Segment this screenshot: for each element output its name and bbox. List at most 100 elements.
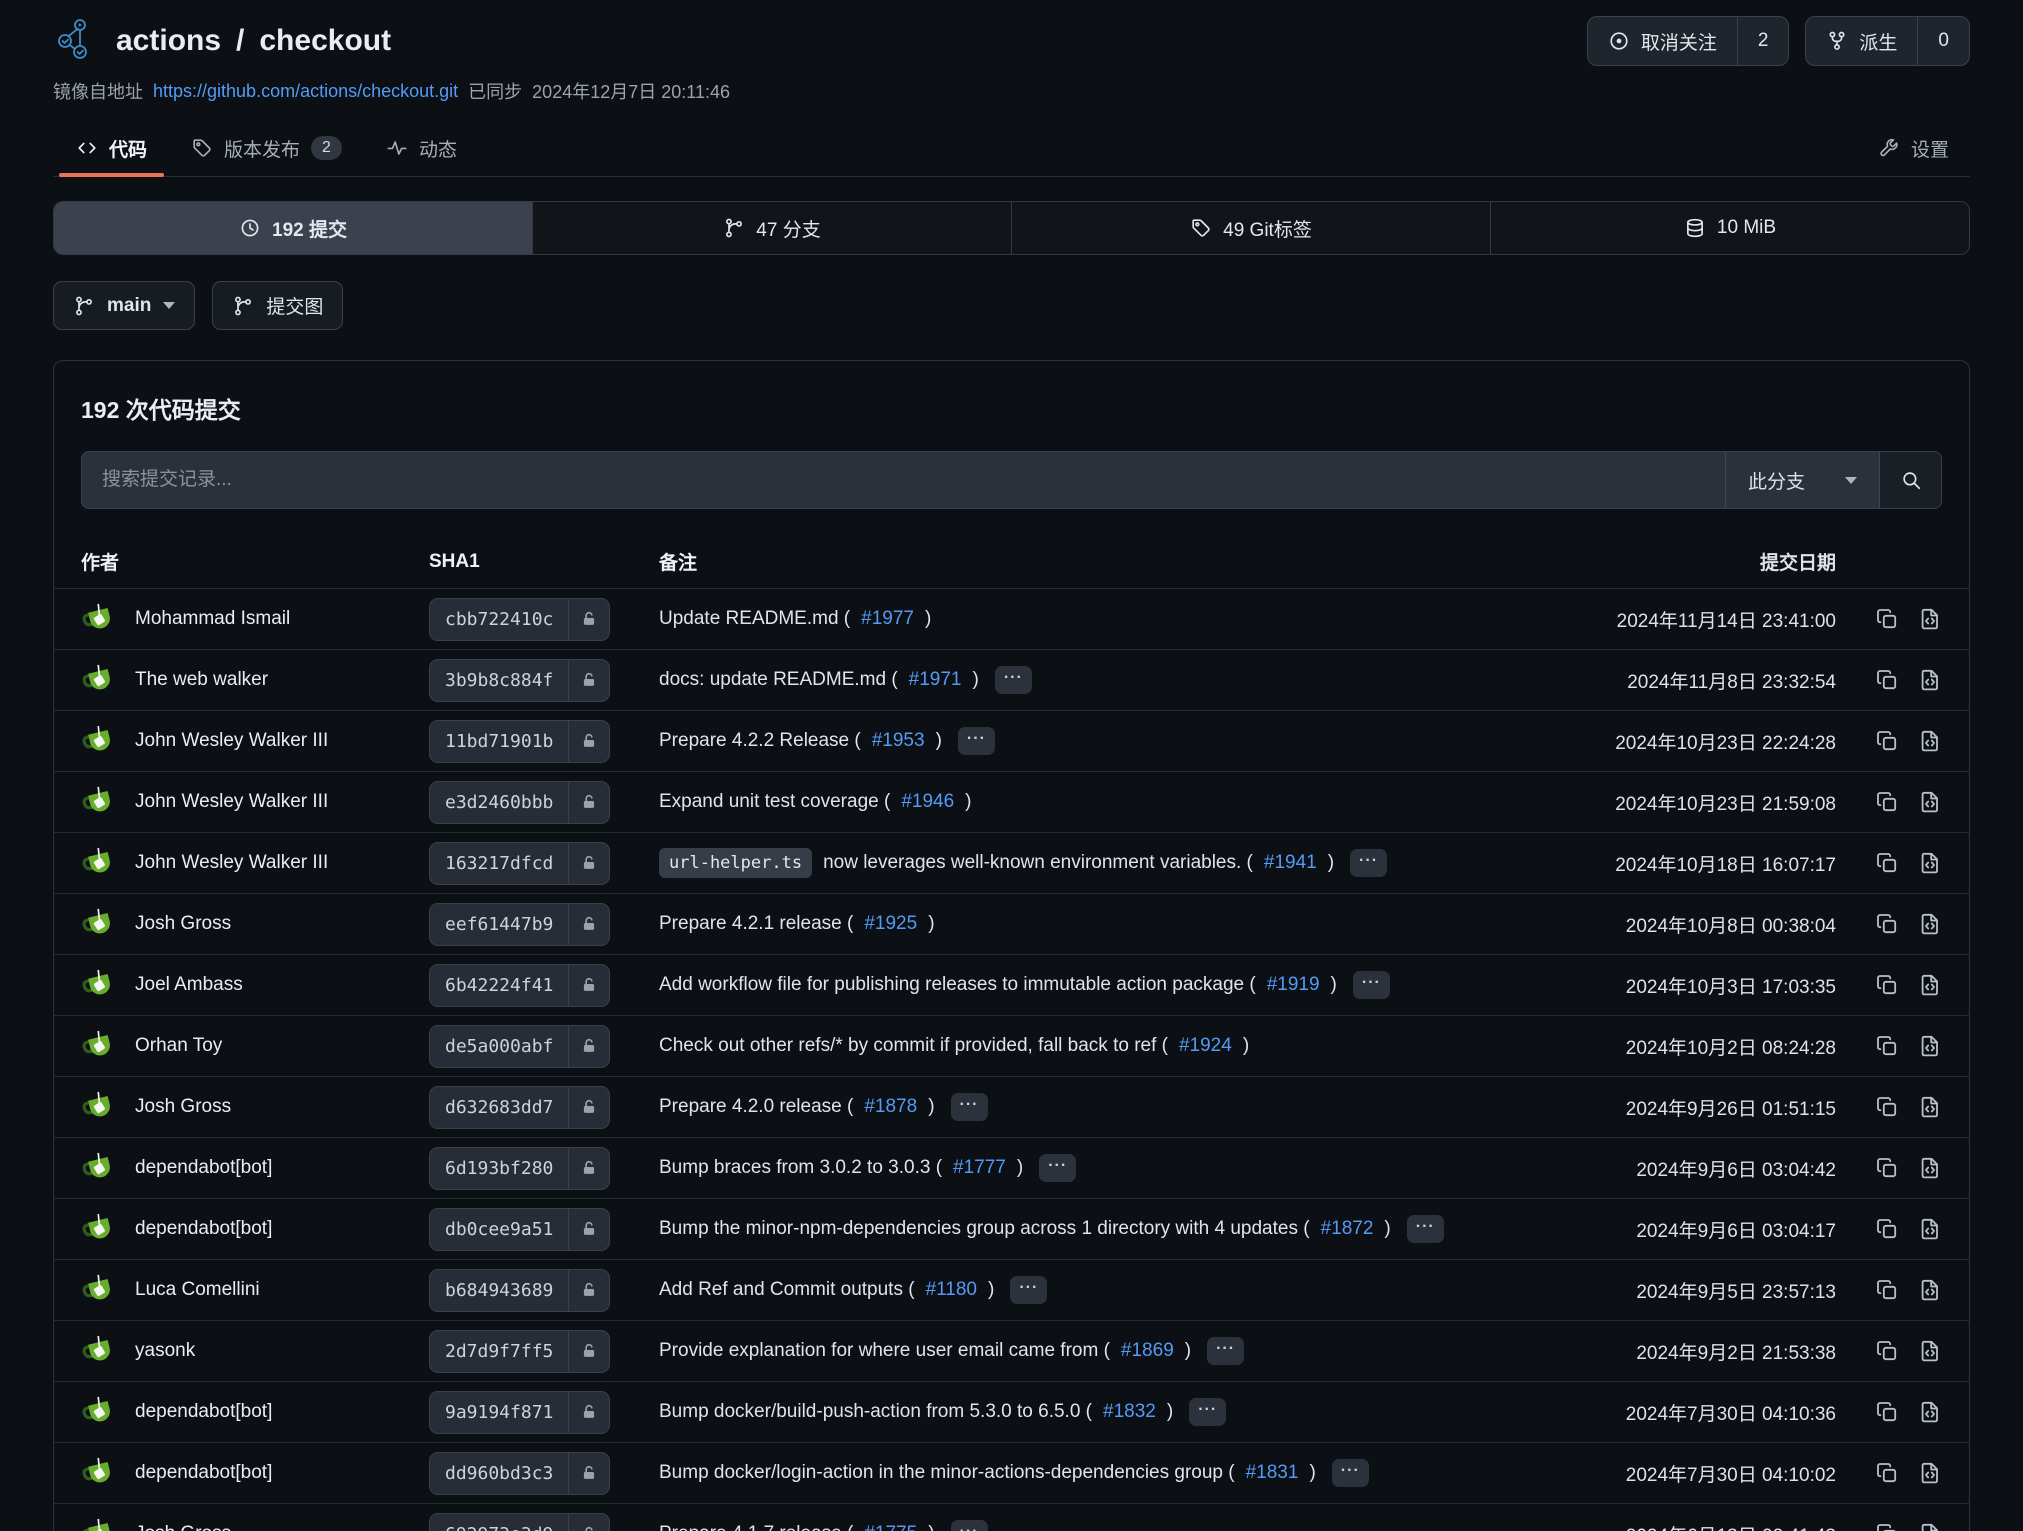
- commit-more-button[interactable]: ···: [1350, 849, 1387, 877]
- commit-author-cell[interactable]: John Wesley Walker III: [81, 845, 429, 882]
- copy-sha-icon[interactable]: [1875, 1034, 1899, 1058]
- commit-issue-link[interactable]: #1977: [861, 608, 914, 630]
- forks-count[interactable]: 0: [1917, 17, 1969, 65]
- unwatch-button[interactable]: 取消关注 2: [1587, 16, 1790, 66]
- commit-more-button[interactable]: ···: [1353, 971, 1390, 999]
- commit-issue-link[interactable]: #1872: [1321, 1218, 1374, 1240]
- commit-issue-link[interactable]: #1924: [1179, 1035, 1232, 1057]
- browse-source-icon[interactable]: [1918, 1278, 1942, 1302]
- commit-sha-badge[interactable]: b684943689: [429, 1269, 610, 1312]
- copy-sha-icon[interactable]: [1875, 851, 1899, 875]
- commit-author-cell[interactable]: Josh Gross: [81, 1089, 429, 1126]
- commit-more-button[interactable]: ···: [1010, 1276, 1047, 1304]
- commit-author-cell[interactable]: dependabot[bot]: [81, 1455, 429, 1492]
- commit-more-button[interactable]: ···: [951, 1520, 988, 1531]
- browse-source-icon[interactable]: [1918, 1461, 1942, 1485]
- repo-owner[interactable]: actions: [116, 24, 221, 58]
- copy-sha-icon[interactable]: [1875, 912, 1899, 936]
- browse-source-icon[interactable]: [1918, 851, 1942, 875]
- commit-issue-link[interactable]: #1777: [953, 1157, 1006, 1179]
- commit-sha-badge[interactable]: d632683dd7: [429, 1086, 610, 1129]
- tab-activity[interactable]: 动态: [369, 120, 474, 176]
- commit-more-button[interactable]: ···: [951, 1093, 988, 1121]
- copy-sha-icon[interactable]: [1875, 1156, 1899, 1180]
- commit-sha-badge[interactable]: dd960bd3c3: [429, 1452, 610, 1495]
- stat-tags[interactable]: 49 Git标签: [1011, 202, 1490, 254]
- copy-sha-icon[interactable]: [1875, 790, 1899, 814]
- commit-sha-badge[interactable]: db0cee9a51: [429, 1208, 610, 1251]
- browse-source-icon[interactable]: [1918, 1156, 1942, 1180]
- browse-source-icon[interactable]: [1918, 729, 1942, 753]
- tab-code[interactable]: 代码: [59, 120, 164, 176]
- commit-issue-link[interactable]: #1941: [1264, 852, 1317, 874]
- commit-graph-button[interactable]: 提交图: [212, 281, 343, 330]
- commit-sha-badge[interactable]: 2d7d9f7ff5: [429, 1330, 610, 1373]
- browse-source-icon[interactable]: [1918, 912, 1942, 936]
- commit-author-cell[interactable]: John Wesley Walker III: [81, 723, 429, 760]
- copy-sha-icon[interactable]: [1875, 1461, 1899, 1485]
- commit-sha-badge[interactable]: 163217dfcd: [429, 842, 610, 885]
- copy-sha-icon[interactable]: [1875, 1339, 1899, 1363]
- commit-author-cell[interactable]: dependabot[bot]: [81, 1150, 429, 1187]
- branch-scope-dropdown[interactable]: 此分支: [1725, 452, 1879, 508]
- commit-more-button[interactable]: ···: [958, 727, 995, 755]
- commit-sha-badge[interactable]: 9a9194f871: [429, 1391, 610, 1434]
- commit-more-button[interactable]: ···: [1207, 1337, 1244, 1365]
- commit-more-button[interactable]: ···: [1039, 1154, 1076, 1182]
- commit-search-input[interactable]: [82, 452, 1725, 508]
- commit-more-button[interactable]: ···: [995, 666, 1032, 694]
- fork-button[interactable]: 派生 0: [1805, 16, 1970, 66]
- commit-issue-link[interactable]: #1919: [1267, 974, 1320, 996]
- commit-issue-link[interactable]: #1878: [864, 1096, 917, 1118]
- stat-branches[interactable]: 47 分支: [532, 202, 1011, 254]
- commit-sha-badge[interactable]: eef61447b9: [429, 903, 610, 946]
- stat-commits[interactable]: 192 提交: [54, 202, 532, 254]
- commit-sha-badge[interactable]: 692973e3d9: [429, 1513, 610, 1531]
- commit-author-cell[interactable]: dependabot[bot]: [81, 1211, 429, 1248]
- commit-sha-badge[interactable]: 6b42224f41: [429, 964, 610, 1007]
- repo-name[interactable]: checkout: [259, 24, 391, 58]
- commit-more-button[interactable]: ···: [1407, 1215, 1444, 1243]
- commit-sha-badge[interactable]: 11bd71901b: [429, 720, 610, 763]
- commit-author-cell[interactable]: Josh Gross: [81, 1516, 429, 1531]
- copy-sha-icon[interactable]: [1875, 1095, 1899, 1119]
- copy-sha-icon[interactable]: [1875, 729, 1899, 753]
- watchers-count[interactable]: 2: [1737, 17, 1789, 65]
- commit-sha-badge[interactable]: cbb722410c: [429, 598, 610, 641]
- commit-author-cell[interactable]: dependabot[bot]: [81, 1394, 429, 1431]
- search-button[interactable]: [1879, 452, 1941, 508]
- mirror-url-link[interactable]: https://github.com/actions/checkout.git: [153, 81, 458, 102]
- commit-sha-badge[interactable]: 3b9b8c884f: [429, 659, 610, 702]
- commit-sha-badge[interactable]: e3d2460bbb: [429, 781, 610, 824]
- commit-author-cell[interactable]: Mohammad Ismail: [81, 601, 429, 638]
- commit-sha-badge[interactable]: 6d193bf280: [429, 1147, 610, 1190]
- copy-sha-icon[interactable]: [1875, 973, 1899, 997]
- browse-source-icon[interactable]: [1918, 790, 1942, 814]
- stat-size[interactable]: 10 MiB: [1490, 202, 1969, 254]
- browse-source-icon[interactable]: [1918, 1217, 1942, 1241]
- commit-author-cell[interactable]: Luca Comellini: [81, 1272, 429, 1309]
- copy-sha-icon[interactable]: [1875, 1217, 1899, 1241]
- browse-source-icon[interactable]: [1918, 1522, 1942, 1531]
- copy-sha-icon[interactable]: [1875, 1278, 1899, 1302]
- commit-author-cell[interactable]: Joel Ambass: [81, 967, 429, 1004]
- commit-author-cell[interactable]: Orhan Toy: [81, 1028, 429, 1065]
- browse-source-icon[interactable]: [1918, 1034, 1942, 1058]
- commit-issue-link[interactable]: #1775: [864, 1523, 917, 1531]
- commit-issue-link[interactable]: #1869: [1121, 1340, 1174, 1362]
- copy-sha-icon[interactable]: [1875, 1400, 1899, 1424]
- branch-selector[interactable]: main: [53, 281, 195, 330]
- commit-issue-link[interactable]: #1953: [872, 730, 925, 752]
- commit-issue-link[interactable]: #1946: [901, 791, 954, 813]
- browse-source-icon[interactable]: [1918, 1339, 1942, 1363]
- commit-sha-badge[interactable]: de5a000abf: [429, 1025, 610, 1068]
- commit-issue-link[interactable]: #1971: [909, 669, 962, 691]
- commit-author-cell[interactable]: The web walker: [81, 662, 429, 699]
- copy-sha-icon[interactable]: [1875, 607, 1899, 631]
- commit-author-cell[interactable]: John Wesley Walker III: [81, 784, 429, 821]
- browse-source-icon[interactable]: [1918, 1400, 1942, 1424]
- tab-settings[interactable]: 设置: [1861, 120, 1966, 176]
- tab-releases[interactable]: 版本发布 2: [174, 120, 359, 176]
- copy-sha-icon[interactable]: [1875, 668, 1899, 692]
- browse-source-icon[interactable]: [1918, 607, 1942, 631]
